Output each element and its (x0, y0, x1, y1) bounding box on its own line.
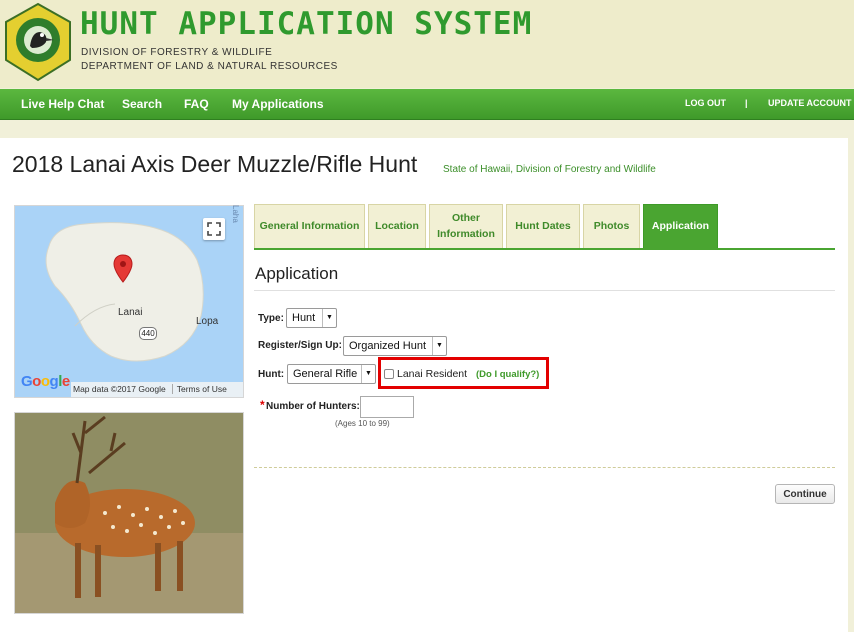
do-i-qualify-link[interactable]: (Do I qualify?) (476, 369, 539, 380)
route-440-badge: 440 (139, 327, 157, 340)
terms-of-use-link[interactable]: Terms of Use (171, 384, 227, 394)
department-subtitle: DEPARTMENT OF LAND & NATURAL RESOURCES (81, 61, 338, 72)
type-select[interactable]: Hunt ▼ (286, 308, 337, 328)
hunt-label: Hunt: (258, 369, 285, 380)
number-of-hunters-label: Number of Hunters: (266, 401, 360, 412)
dropdown-arrow-icon: ▼ (361, 365, 375, 383)
tab-general-information[interactable]: General Information (254, 204, 365, 249)
map-edge-label: Laha (231, 205, 240, 223)
continue-button[interactable]: Continue (775, 484, 835, 504)
register-signup-label: Register/Sign Up: (258, 340, 342, 351)
application-heading: Application (255, 264, 339, 283)
dropdown-arrow-icon: ▼ (432, 337, 446, 355)
map-data-text: Map data ©2017 Google (73, 384, 166, 394)
tab-photos[interactable]: Photos (583, 204, 640, 249)
hunt-select-value: General Rifle (293, 368, 358, 380)
axis-deer-photo (14, 412, 244, 614)
type-select-value: Hunt (292, 312, 316, 324)
nav-update-account[interactable]: UPDATE ACCOUNT (768, 98, 852, 108)
forestry-wildlife-logo[interactable] (2, 2, 74, 82)
dashed-divider (254, 467, 835, 468)
site-title: HUNT APPLICATION SYSTEM (80, 6, 533, 42)
tab-hunt-dates[interactable]: Hunt Dates (506, 204, 580, 249)
lanai-resident-label[interactable]: Lanai Resident (397, 368, 467, 380)
register-signup-select[interactable]: Organized Hunt ▼ (343, 336, 447, 356)
register-select-value: Organized Hunt (349, 340, 427, 352)
map-label-lopa: Lopa (196, 316, 219, 327)
nav-my-applications[interactable]: My Applications (232, 97, 324, 111)
tab-other-information[interactable]: Other Information (429, 204, 503, 249)
nav-log-out[interactable]: LOG OUT (685, 98, 726, 108)
type-label: Type: (258, 313, 284, 324)
required-marker: * (260, 398, 265, 412)
hunt-location-map[interactable]: Lanai Lopa 440 Google Map data ©2017 Goo… (14, 205, 244, 398)
page-subtitle: State of Hawaii, Division of Forestry an… (443, 164, 656, 175)
nav-live-help-chat[interactable]: Live Help Chat (21, 97, 104, 111)
nav-search[interactable]: Search (122, 97, 162, 111)
map-pin-icon[interactable] (113, 254, 133, 284)
map-attribution: Map data ©2017 Google Terms of Use (71, 382, 243, 397)
number-of-hunters-input[interactable] (360, 396, 414, 418)
fullscreen-icon[interactable] (203, 218, 225, 240)
tab-underline (254, 248, 835, 250)
divider (254, 290, 835, 291)
hunt-select[interactable]: General Rifle ▼ (287, 364, 376, 384)
division-subtitle: DIVISION OF FORESTRY & WILDLIFE (81, 47, 273, 58)
google-logo: Google (21, 373, 70, 390)
page-title: 2018 Lanai Axis Deer Muzzle/Rifle Hunt (12, 151, 418, 177)
lanai-resident-checkbox[interactable] (384, 369, 394, 379)
map-label-lanai: Lanai (118, 307, 143, 318)
dropdown-arrow-icon: ▼ (322, 309, 336, 327)
nav-faq[interactable]: FAQ (184, 97, 209, 111)
ages-hint: (Ages 10 to 99) (335, 419, 390, 428)
tab-location[interactable]: Location (368, 204, 426, 249)
nav-separator: | (745, 98, 748, 108)
tab-application[interactable]: Application (643, 204, 718, 249)
